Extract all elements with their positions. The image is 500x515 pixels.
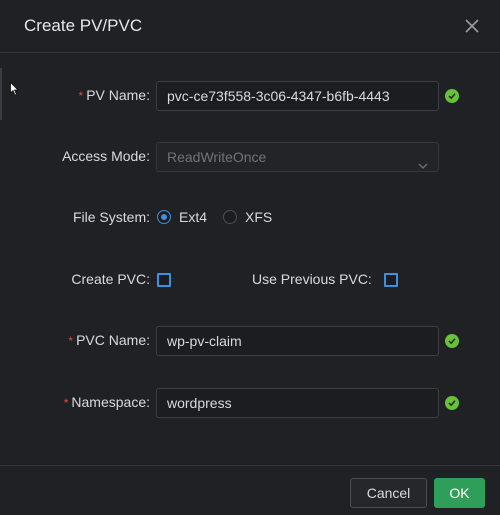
required-mark: * — [68, 334, 74, 348]
namespace-label: * Namespace: — [63, 394, 150, 410]
create-pvc-label: Create PVC: — [71, 271, 150, 287]
pv-name-row: * PV Name: pvc-ce73f558-3c06-4347-b6fb-44… — [0, 81, 500, 111]
pvc-options-row: Create PVC: Use Previous PVC: — [0, 265, 500, 295]
check-circle-icon — [445, 89, 459, 103]
use-previous-pvc-label: Use Previous PVC: — [252, 271, 372, 287]
cancel-button[interactable]: Cancel — [350, 478, 427, 508]
file-system-row: File System: Ext4 XFS — [0, 203, 500, 233]
namespace-row: * Namespace: wordpress — [0, 388, 500, 418]
required-mark: * — [78, 89, 84, 103]
pv-name-input[interactable]: pvc-ce73f558-3c06-4347-b6fb-4443 — [156, 81, 439, 111]
dialog-title: Create PV/PVC — [24, 16, 143, 35]
radio-xfs[interactable] — [223, 210, 238, 224]
create-pvc-checkbox[interactable] — [157, 273, 171, 287]
file-system-radio-group: Ext4 XFS — [157, 209, 288, 225]
access-mode-value: ReadWriteOnce — [167, 149, 267, 165]
radio-xfs-label[interactable]: XFS — [245, 209, 272, 225]
radio-ext4-label[interactable]: Ext4 — [179, 209, 207, 225]
use-previous-pvc-checkbox[interactable] — [384, 273, 398, 287]
pvc-name-label: * PVC Name: — [68, 332, 150, 348]
access-mode-select[interactable]: ReadWriteOnce — [156, 142, 439, 172]
close-icon[interactable] — [460, 14, 484, 38]
radio-ext4[interactable] — [157, 210, 171, 224]
pvc-name-row: * PVC Name: wp-pv-claim — [0, 326, 500, 356]
check-circle-icon — [445, 334, 459, 348]
chevron-down-icon — [418, 152, 428, 171]
required-mark: * — [63, 396, 69, 410]
file-system-label: File System: — [72, 209, 150, 225]
dialog-footer: Cancel OK — [0, 465, 500, 515]
access-mode-label: Access Mode: — [62, 148, 150, 164]
dialog-header: Create PV/PVC — [0, 0, 500, 53]
check-circle-icon — [445, 396, 459, 410]
ok-button[interactable]: OK — [434, 478, 485, 508]
access-mode-row: Access Mode: ReadWriteOnce — [0, 142, 500, 172]
pvc-name-input[interactable]: wp-pv-claim — [156, 326, 439, 356]
create-pv-pvc-dialog: Create PV/PVC * PV Name: pvc-ce73f558-3c0… — [0, 0, 500, 515]
pv-name-label: * PV Name: — [78, 87, 150, 103]
namespace-input[interactable]: wordpress — [156, 388, 439, 418]
